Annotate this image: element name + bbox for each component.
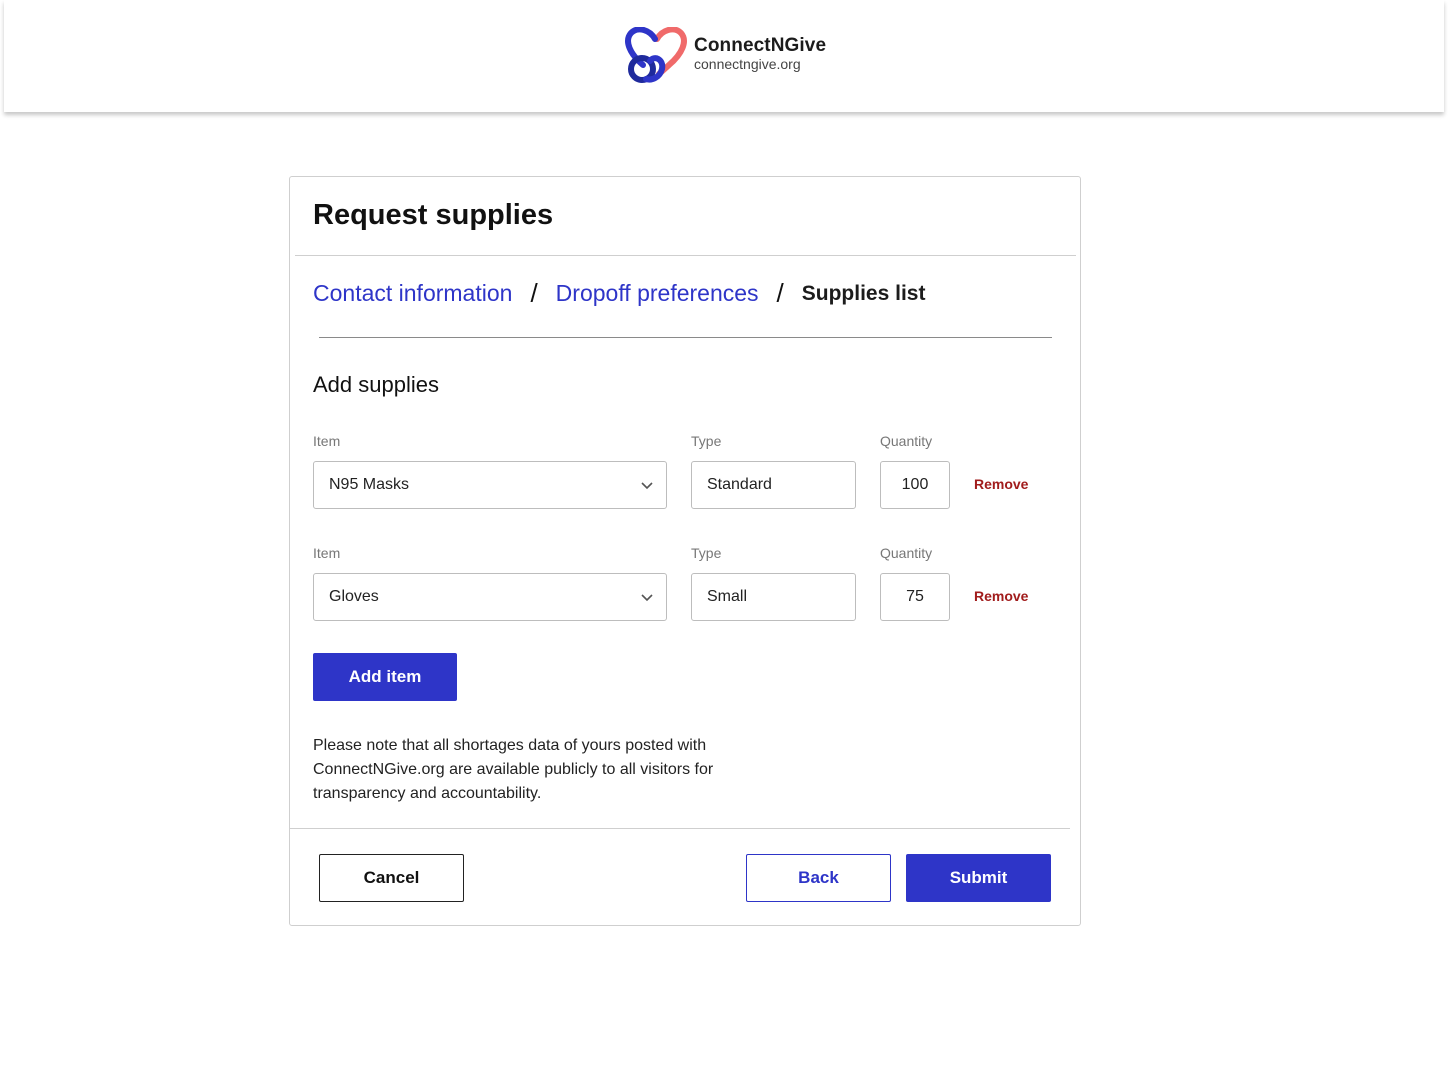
section-title: Add supplies <box>313 372 439 397</box>
request-supplies-card: Request supplies Contact information / D… <box>289 176 1081 926</box>
quantity-input[interactable]: 100 <box>880 461 950 509</box>
chevron-down-icon <box>641 594 653 602</box>
cancel-button[interactable]: Cancel <box>319 854 464 902</box>
breadcrumb-separator: / <box>776 278 784 308</box>
breadcrumb: Contact information / Dropoff preference… <box>313 278 925 309</box>
type-input[interactable]: Standard <box>691 461 856 509</box>
footer-divider <box>290 828 1070 829</box>
quantity-input-value: 100 <box>901 476 929 493</box>
item-select-value: N95 Masks <box>329 476 410 493</box>
item-select[interactable]: N95 Masks <box>313 461 667 509</box>
brand-logo[interactable]: ConnectNGive connectngive.org <box>624 27 826 85</box>
breadcrumb-dropoff-preferences[interactable]: Dropoff preferences <box>556 280 759 307</box>
back-button[interactable]: Back <box>746 854 891 902</box>
breadcrumb-separator: / <box>530 278 538 308</box>
quantity-input-value: 75 <box>906 588 924 605</box>
breadcrumb-contact-information[interactable]: Contact information <box>313 280 512 307</box>
item-label: Item <box>313 545 341 561</box>
top-header: ConnectNGive connectngive.org <box>4 0 1444 112</box>
supply-row: Item Type Quantity N95 Masks Standard 10… <box>313 433 1063 523</box>
quantity-input[interactable]: 75 <box>880 573 950 621</box>
type-input-value: Small <box>707 588 748 605</box>
remove-button[interactable]: Remove <box>974 476 1028 492</box>
type-label: Type <box>691 545 722 561</box>
quantity-label: Quantity <box>880 545 933 561</box>
item-select-value: Gloves <box>329 588 379 605</box>
submit-button[interactable]: Submit <box>906 854 1051 902</box>
brand-name: ConnectNGive <box>694 34 827 56</box>
breadcrumb-supplies-list: Supplies list <box>801 281 926 305</box>
supply-row: Item Type Quantity Gloves Small 75 Remov… <box>313 545 1063 635</box>
type-input-value: Standard <box>707 476 772 493</box>
brand-text: ConnectNGive connectngive.org <box>694 35 826 72</box>
type-input[interactable]: Small <box>691 573 856 621</box>
breadcrumb-divider <box>319 337 1052 338</box>
quantity-label: Quantity <box>880 433 933 449</box>
item-select[interactable]: Gloves <box>313 573 667 621</box>
brand-url: connectngive.org <box>694 55 801 72</box>
type-label: Type <box>691 433 722 449</box>
chevron-down-icon <box>641 482 653 490</box>
remove-button[interactable]: Remove <box>974 588 1028 604</box>
item-label: Item <box>313 433 341 449</box>
title-divider <box>295 255 1076 256</box>
public-data-note: Please note that all shortages data of y… <box>313 737 714 802</box>
page-title: Request supplies <box>313 199 554 231</box>
connectngive-logo-icon <box>625 27 687 83</box>
add-item-button[interactable]: Add item <box>313 653 457 701</box>
